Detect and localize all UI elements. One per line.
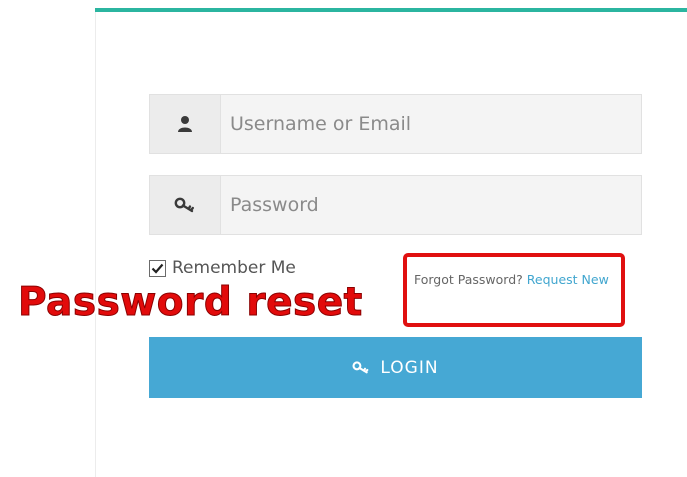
checkmark-icon: [151, 263, 164, 274]
username-addon: [150, 95, 221, 153]
password-input[interactable]: [221, 176, 641, 234]
username-field-group: [149, 94, 642, 154]
key-icon: [352, 361, 369, 374]
login-label: LOGIN: [380, 357, 439, 378]
login-card: [95, 8, 687, 477]
username-input[interactable]: [221, 95, 641, 153]
remember-label: Remember Me: [172, 258, 296, 278]
remember-me[interactable]: Remember Me: [149, 258, 296, 278]
password-reset-annotation: Password reset: [18, 280, 363, 326]
password-addon: [150, 176, 221, 234]
highlight-box: [403, 253, 625, 327]
card-top-accent-bar: [95, 8, 687, 12]
remember-checkbox[interactable]: [149, 259, 166, 277]
password-field-group: [149, 175, 642, 235]
login-button[interactable]: LOGIN: [149, 337, 642, 398]
user-icon: [178, 116, 192, 132]
key-icon: [174, 197, 194, 213]
